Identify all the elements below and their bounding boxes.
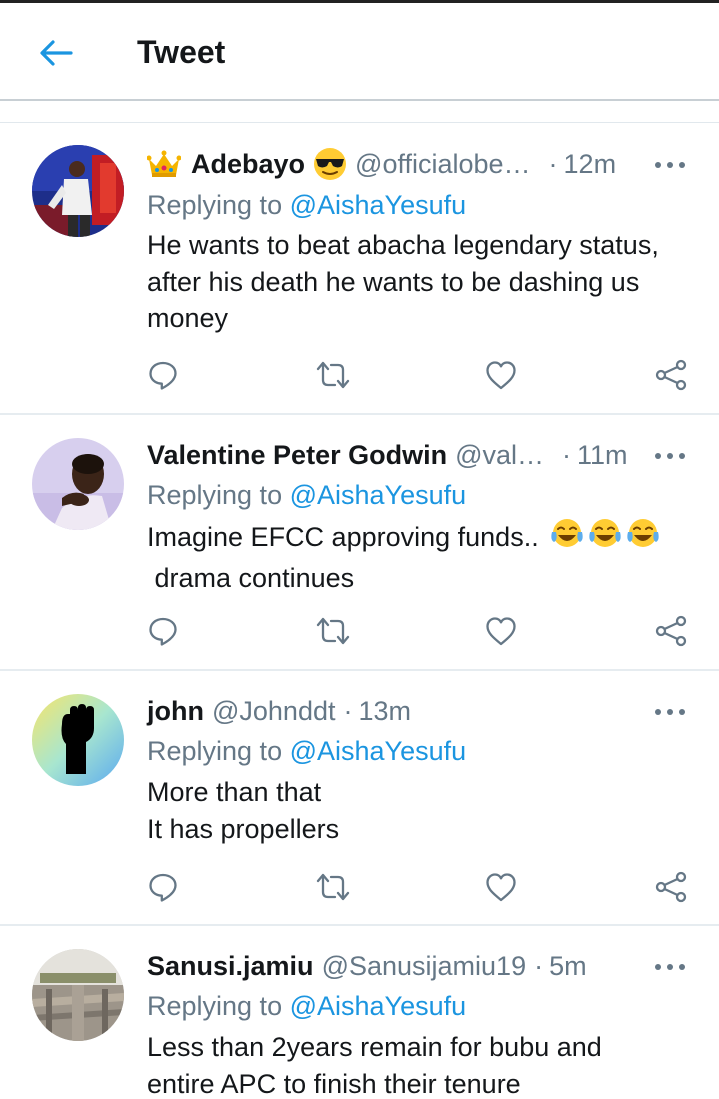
more-options-icon[interactable] (655, 160, 685, 170)
tweet-meta: Sanusi.jamiu @Sanusijamiu19 · 5m (147, 948, 719, 984)
back-arrow-icon (40, 40, 73, 66)
separator-dot: · (343, 695, 353, 726)
header-divider (0, 99, 719, 101)
page-title: Tweet (137, 34, 226, 70)
tweet-actions (0, 867, 719, 907)
replying-to: Replying to @AishaYesufu (147, 733, 466, 769)
more-options-icon[interactable] (655, 451, 685, 461)
like-button[interactable] (481, 867, 521, 907)
avatar[interactable] (32, 694, 124, 786)
like-button[interactable] (481, 611, 521, 651)
share-button[interactable] (651, 867, 691, 907)
retweet-icon (316, 617, 350, 645)
replying-prefix: Replying to (147, 991, 283, 1021)
like-button[interactable] (481, 355, 521, 395)
share-button[interactable] (651, 611, 691, 651)
avatar[interactable] (32, 438, 124, 530)
display-name[interactable]: john (147, 696, 204, 727)
separator-dot: · (562, 439, 572, 470)
mention-link[interactable]: @AishaYesufu (290, 190, 467, 220)
tweet-meta: john @Johnddt · 13m (147, 693, 719, 729)
tweet-item[interactable]: Adebayo @officialobe… · 12m Replying to … (0, 123, 719, 415)
like-icon (486, 617, 516, 646)
back-button[interactable] (36, 33, 76, 73)
reply-icon (149, 361, 177, 390)
avatar[interactable] (32, 145, 124, 237)
tears-of-joy-emoji (626, 518, 660, 560)
more-options-icon[interactable] (655, 707, 685, 717)
tweet-text: He wants to beat abacha legendary status… (147, 230, 659, 333)
retweet-button[interactable] (313, 611, 353, 651)
reply-icon (149, 617, 177, 646)
replying-prefix: Replying to (147, 480, 283, 510)
tweet-text-line: Imagine EFCC approving funds.. (147, 522, 539, 552)
share-icon (655, 871, 687, 903)
tweet-text-line: drama continues (147, 562, 355, 593)
display-name[interactable]: Sanusi.jamiu (147, 951, 314, 982)
user-handle[interactable]: @Johnddt (212, 696, 336, 727)
reply-button[interactable] (143, 355, 183, 395)
separator-dot: · (548, 148, 558, 179)
replying-to: Replying to @AishaYesufu (147, 477, 466, 513)
more-options-icon[interactable] (655, 962, 685, 972)
timestamp[interactable]: 12m (564, 149, 617, 180)
reply-button[interactable] (143, 867, 183, 907)
tweet-item[interactable]: john @Johnddt · 13m Replying to @AishaYe… (0, 671, 719, 926)
tweet-item[interactable]: Sanusi.jamiu @Sanusijamiu19 · 5m Replyin… (0, 926, 719, 1099)
display-name[interactable]: Adebayo (191, 149, 305, 180)
tweet-item[interactable]: Valentine Peter Godwin @val… · 11m Reply… (0, 415, 719, 671)
share-button[interactable] (651, 355, 691, 395)
like-icon (486, 873, 516, 902)
tears-of-joy-emoji (588, 518, 622, 560)
tweet-text-line: It has propellers (147, 813, 340, 844)
tweet-text: More than that It has propellers (147, 774, 687, 847)
user-handle[interactable]: @officialobe… (355, 149, 531, 180)
tears-of-joy-emoji (550, 518, 584, 560)
user-handle[interactable]: @Sanusijamiu19 (322, 951, 527, 982)
user-handle[interactable]: @val… (455, 440, 544, 471)
tweet-text: Imagine EFCC approving funds.. drama con… (147, 518, 687, 596)
tweet-actions (0, 611, 719, 651)
share-icon (655, 615, 687, 647)
mention-link[interactable]: @AishaYesufu (290, 480, 467, 510)
tweet-text-line: More than that (147, 777, 322, 807)
retweet-icon (316, 873, 350, 901)
tweet-meta: Valentine Peter Godwin @val… · 11m (147, 437, 719, 473)
sunglasses-emoji (313, 147, 347, 181)
avatar[interactable] (32, 949, 124, 1041)
mention-link[interactable]: @AishaYesufu (290, 991, 467, 1021)
replying-to: Replying to @AishaYesufu (147, 187, 466, 223)
share-icon (655, 359, 687, 391)
like-icon (486, 361, 516, 390)
crown-emoji (147, 149, 181, 179)
retweet-button[interactable] (313, 867, 353, 907)
replying-prefix: Replying to (147, 190, 283, 220)
separator-dot: · (534, 950, 544, 981)
tweet-meta: Adebayo @officialobe… · 12m (147, 146, 719, 182)
timestamp[interactable]: 5m (549, 951, 587, 982)
retweet-icon (316, 361, 350, 389)
tweet-actions (0, 355, 719, 395)
tweet-text: Less than 2years remain for bubu and ent… (147, 1032, 602, 1099)
retweet-button[interactable] (313, 355, 353, 395)
header: Tweet (0, 3, 719, 101)
timestamp[interactable]: 11m (577, 440, 628, 471)
display-name[interactable]: Valentine Peter Godwin (147, 440, 447, 471)
mention-link[interactable]: @AishaYesufu (290, 736, 467, 766)
timestamp[interactable]: 13m (358, 696, 411, 727)
reply-icon (149, 873, 177, 902)
replying-prefix: Replying to (147, 736, 283, 766)
replying-to: Replying to @AishaYesufu (147, 988, 466, 1024)
reply-button[interactable] (143, 611, 183, 651)
